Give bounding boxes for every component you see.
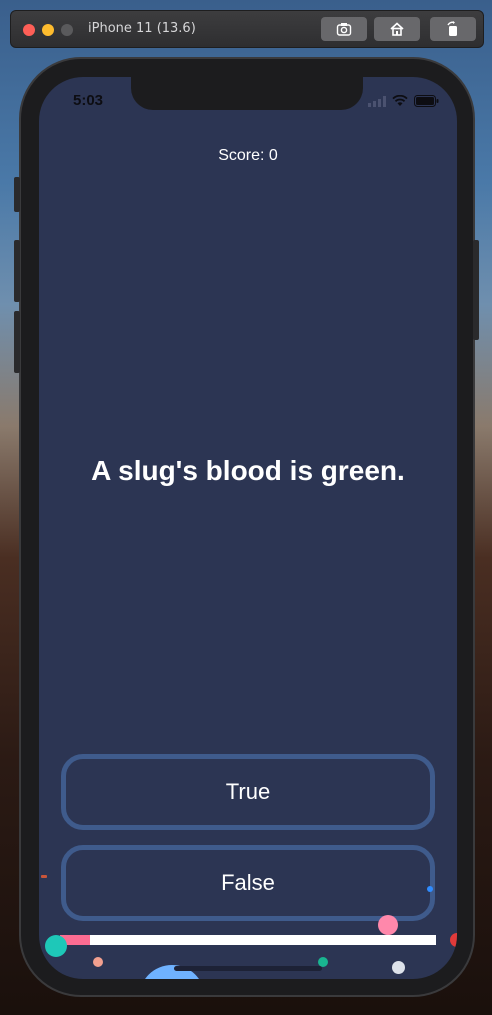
confetti-dot [41,875,47,878]
home-button[interactable] [374,17,420,41]
home-indicator [174,966,322,971]
confetti-dot [450,933,457,947]
rotate-button[interactable] [430,17,476,41]
screenshot-button[interactable] [321,17,367,41]
confetti-dot [378,915,398,935]
status-icons [368,95,439,107]
wifi-icon [392,95,408,106]
volume-up-button [14,240,20,302]
score-label: Score: 0 [218,147,278,164]
silent-switch [14,177,20,212]
screenshot-icon [336,23,352,36]
notch [131,77,363,110]
true-button[interactable]: True [61,754,435,830]
confetti-dot [392,961,405,974]
false-button[interactable]: False [61,845,435,921]
zoom-window-button[interactable] [61,24,73,36]
home-icon [390,22,404,36]
minimize-window-button[interactable] [42,24,54,36]
progress-bar [60,935,436,945]
rotate-icon [447,21,457,36]
power-button [473,240,479,340]
volume-down-button [14,311,20,373]
close-window-button[interactable] [23,24,35,36]
status-time: 5:03 [73,92,104,109]
confetti-dot [427,886,433,892]
battery-icon [414,95,439,107]
signal-icon [368,95,386,107]
confetti-dot [45,935,67,957]
simulator-title-bar: iPhone 11 (13.6) [10,10,484,48]
simulator-title: iPhone 11 (13.6) [88,21,196,36]
app-screen: 5:03 Score: 0 A slug's blood is green. T… [39,77,457,979]
confetti-dot [93,957,103,967]
question-text: A slug's blood is green. [91,455,405,486]
